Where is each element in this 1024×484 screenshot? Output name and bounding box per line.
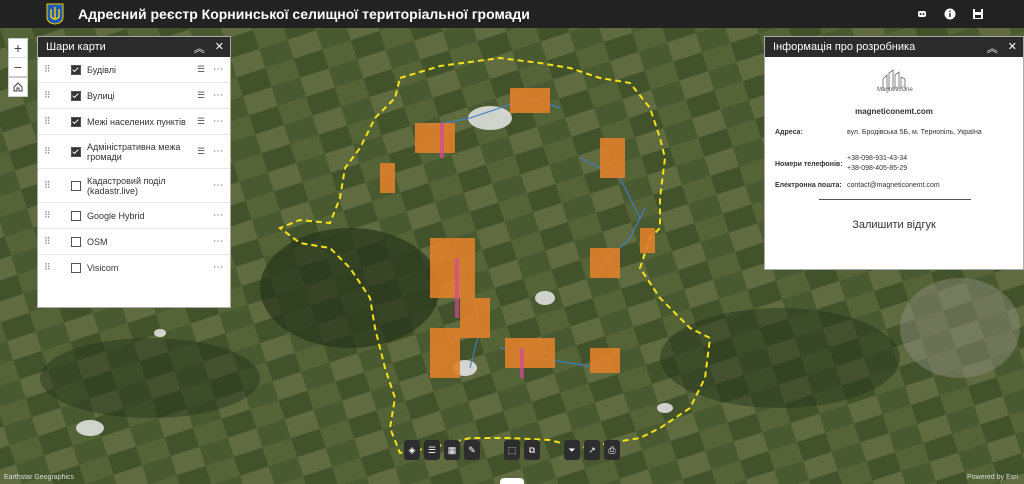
grid-icon: ▦ <box>447 444 457 455</box>
page-title: Адресний реєстр Корнинської селищної тер… <box>78 6 530 22</box>
layer-checkbox[interactable] <box>71 262 81 273</box>
email-value[interactable]: contact@magneticonemt.com <box>847 182 1017 189</box>
share-icon: ↗ <box>588 444 596 455</box>
close-icon[interactable]: ✕ <box>215 40 224 56</box>
measure-icon: ✎ <box>468 444 476 455</box>
bottom-panel-handle[interactable] <box>500 478 524 484</box>
layer-checkbox[interactable] <box>71 90 81 101</box>
drag-handle-icon[interactable]: ⠿ <box>44 146 51 157</box>
address-label: Адреса: <box>775 129 803 136</box>
legend-icon[interactable]: ☰ <box>197 64 205 75</box>
list-icon: ☰ <box>427 444 437 455</box>
basemap-tool-button[interactable]: ▦ <box>444 440 460 460</box>
layer-item[interactable]: ⠿ Вулиці ☰ ⋯ <box>38 83 230 109</box>
query-tool-button[interactable]: ⧉ <box>524 440 540 460</box>
layers-tool-button[interactable]: ◈ <box>404 440 420 460</box>
query-icon: ⧉ <box>528 444 536 455</box>
drag-handle-icon[interactable]: ⠿ <box>44 64 51 75</box>
measure-tool-button[interactable]: ✎ <box>464 440 480 460</box>
layer-label: Кадастровий поділ (kadastr.live) <box>87 175 166 196</box>
filter-icon: ⏷ <box>568 444 576 455</box>
drag-handle-icon[interactable]: ⠿ <box>44 90 51 101</box>
layer-checkbox[interactable] <box>71 64 81 75</box>
drag-handle-icon[interactable]: ⠿ <box>44 262 51 273</box>
share-tool-button[interactable]: ↗ <box>584 440 600 460</box>
logo-text: MagneticOne <box>877 87 913 93</box>
legend-icon[interactable]: ☰ <box>197 116 205 127</box>
info-panel-title: Інформація про розробника <box>773 41 916 53</box>
more-options-icon[interactable]: ⋯ <box>213 236 223 247</box>
close-icon[interactable]: ✕ <box>1008 40 1017 56</box>
print-icon: ⎙ <box>608 444 616 455</box>
zoom-in-button[interactable]: + <box>9 39 27 58</box>
layers-panel: Шари карти ︽ ✕ ⠿ Будівлі ☰ ⋯ ⠿ Вулиці ☰ … <box>37 36 231 308</box>
phone-2: +38-098-405-85-29 <box>847 165 908 172</box>
layer-item[interactable]: ⠿ Кадастровий поділ (kadastr.live) ⋯ <box>38 169 230 203</box>
legend-icon[interactable]: ☰ <box>197 90 205 101</box>
robot-icon[interactable] <box>914 6 930 22</box>
layer-item[interactable]: ⠿ Visicom ⋯ <box>38 255 230 280</box>
layer-label: OSM <box>87 236 108 247</box>
email-label: Електронна пошта: <box>775 182 842 189</box>
leave-feedback-link[interactable]: Залишити відгук <box>765 219 1023 231</box>
coat-of-arms-icon <box>46 3 64 25</box>
drag-handle-icon[interactable]: ⠿ <box>44 180 51 191</box>
layer-label: Visicom <box>87 262 119 273</box>
layer-label: Межі населених пунктів <box>87 116 186 127</box>
attribution-left: Earthstar Geographics <box>4 474 75 481</box>
drag-handle-icon[interactable]: ⠿ <box>44 210 51 221</box>
info-panel-header: Інформація про розробника ︽ ✕ <box>765 37 1023 57</box>
drag-handle-icon[interactable]: ⠿ <box>44 116 51 127</box>
layer-label: Вулиці <box>87 90 115 101</box>
layer-checkbox[interactable] <box>71 236 81 247</box>
address-value: вул. Бродівська 5Б, м. Тернопіль, Україн… <box>847 129 982 136</box>
app-header: Адресний реєстр Корнинської селищної тер… <box>0 0 1024 28</box>
layers-panel-title: Шари карти <box>46 41 106 53</box>
save-icon[interactable] <box>970 6 986 22</box>
legend-icon[interactable]: ☰ <box>197 146 205 157</box>
home-icon <box>13 82 23 92</box>
layer-item[interactable]: ⠿ Будівлі ☰ ⋯ <box>38 57 230 83</box>
collapse-icon[interactable]: ︽ <box>194 40 205 56</box>
more-options-icon[interactable]: ⋯ <box>213 146 223 157</box>
more-options-icon[interactable]: ⋯ <box>213 64 223 75</box>
layer-checkbox[interactable] <box>71 180 81 191</box>
collapse-icon[interactable]: ︽ <box>987 40 998 56</box>
more-options-icon[interactable]: ⋯ <box>213 210 223 221</box>
attribution-right: Powered by Esri <box>967 474 1018 481</box>
layer-label: Будівлі <box>87 64 116 75</box>
map-toolbar: ◈ ☰ ▦ ✎ ⬚ ⧉ ⏷ ↗ ⎙ <box>404 440 620 462</box>
info-icon[interactable] <box>942 6 958 22</box>
layer-label: Google Hybrid <box>87 210 145 221</box>
layer-item[interactable]: ⠿ Адміністративна межа громади ☰ ⋯ <box>38 135 230 169</box>
layers-panel-header: Шари карти ︽ ✕ <box>38 37 230 57</box>
developer-info-panel: Інформація про розробника ︽ ✕ MagneticOn… <box>764 36 1024 270</box>
more-options-icon[interactable]: ⋯ <box>213 180 223 191</box>
layer-label: Адміністративна межа громади <box>87 141 181 162</box>
layer-item[interactable]: ⠿ Межі населених пунктів ☰ ⋯ <box>38 109 230 135</box>
divider <box>819 199 971 200</box>
website-link[interactable]: magneticonemt.com <box>765 107 1023 116</box>
layer-checkbox[interactable] <box>71 210 81 221</box>
phones-label: Номери телефонів: <box>775 161 843 168</box>
print-tool-button[interactable]: ⎙ <box>604 440 620 460</box>
select-icon: ⬚ <box>507 444 517 455</box>
layer-item[interactable]: ⠿ OSM ⋯ <box>38 229 230 255</box>
legend-tool-button[interactable]: ☰ <box>424 440 440 460</box>
select-tool-button[interactable]: ⬚ <box>504 440 520 460</box>
drag-handle-icon[interactable]: ⠿ <box>44 236 51 247</box>
more-options-icon[interactable]: ⋯ <box>213 116 223 127</box>
layer-checkbox[interactable] <box>71 116 81 127</box>
filter-tool-button[interactable]: ⏷ <box>564 440 580 460</box>
home-button[interactable] <box>8 77 28 97</box>
layer-checkbox[interactable] <box>71 146 81 157</box>
more-options-icon[interactable]: ⋯ <box>213 262 223 273</box>
layer-item[interactable]: ⠿ Google Hybrid ⋯ <box>38 203 230 229</box>
zoom-control: + − <box>8 38 28 77</box>
phone-1: +38-098-931-43-34 <box>847 155 908 162</box>
layers-icon: ◈ <box>408 444 416 455</box>
more-options-icon[interactable]: ⋯ <box>213 90 223 101</box>
zoom-out-button[interactable]: − <box>9 58 27 76</box>
